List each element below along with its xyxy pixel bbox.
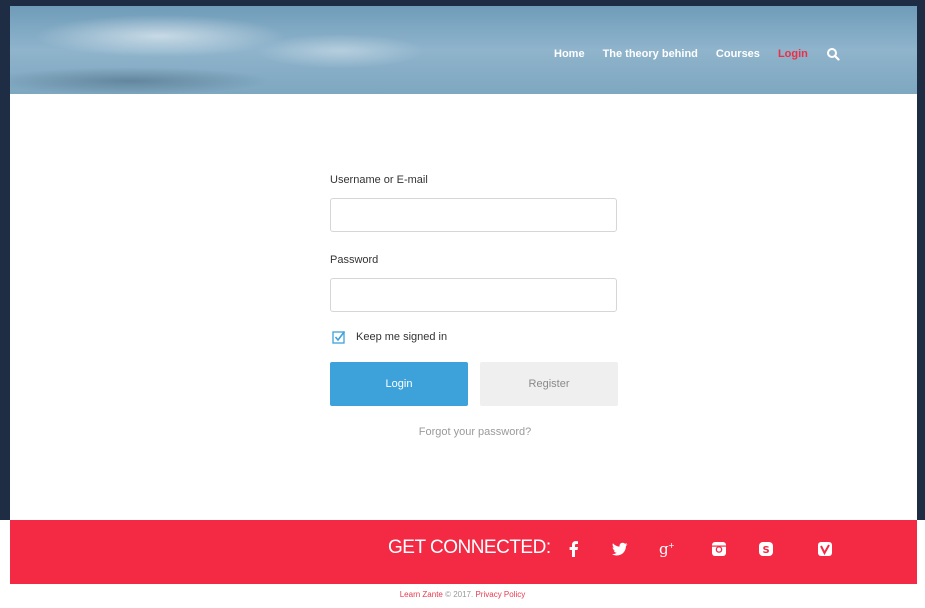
button-row: Login Register: [330, 362, 620, 406]
svg-text:+: +: [668, 541, 675, 550]
register-button[interactable]: Register: [480, 362, 618, 406]
vimeo-icon[interactable]: [816, 540, 834, 558]
login-button[interactable]: Login: [330, 362, 468, 406]
skype-icon[interactable]: S: [757, 540, 775, 558]
nav-item-login[interactable]: Login: [778, 48, 808, 60]
copyright-line: Learn Zante © 2017. Privacy Policy: [0, 590, 925, 599]
svg-text:S: S: [763, 545, 770, 556]
twitter-icon[interactable]: [611, 540, 629, 558]
nav-item-theory[interactable]: The theory behind: [603, 48, 698, 60]
username-label: Username or E-mail: [330, 174, 428, 186]
remember-label: Keep me signed in: [356, 331, 448, 343]
window-frame-left: [0, 0, 10, 520]
search-icon[interactable]: [826, 47, 840, 61]
copyright-text: © 2017.: [445, 590, 474, 599]
window-frame-right: [917, 0, 925, 520]
footer-brand-link[interactable]: Learn Zante: [400, 590, 443, 599]
nav-item-home[interactable]: Home: [554, 48, 585, 60]
password-label: Password: [330, 254, 379, 266]
footer-social-band: GET CONNECTED: g + S: [10, 520, 917, 584]
nav-item-courses[interactable]: Courses: [716, 48, 760, 60]
instagram-icon[interactable]: [710, 540, 728, 558]
login-form: Username or E-mail Password Keep me sign…: [330, 174, 620, 438]
password-input[interactable]: [330, 278, 617, 312]
facebook-icon[interactable]: [565, 540, 583, 558]
forgot-password-link[interactable]: Forgot your password?: [330, 426, 620, 438]
google-plus-icon[interactable]: g +: [658, 540, 676, 558]
main-nav: Home The theory behind Courses Login: [554, 47, 840, 61]
get-connected-title: GET CONNECTED:: [388, 537, 551, 558]
username-input[interactable]: [330, 198, 617, 232]
header-banner: Home The theory behind Courses Login: [10, 6, 917, 94]
remember-checkbox[interactable]: [332, 330, 346, 344]
remember-row: Keep me signed in: [330, 330, 620, 344]
privacy-policy-link[interactable]: Privacy Policy: [475, 590, 525, 599]
